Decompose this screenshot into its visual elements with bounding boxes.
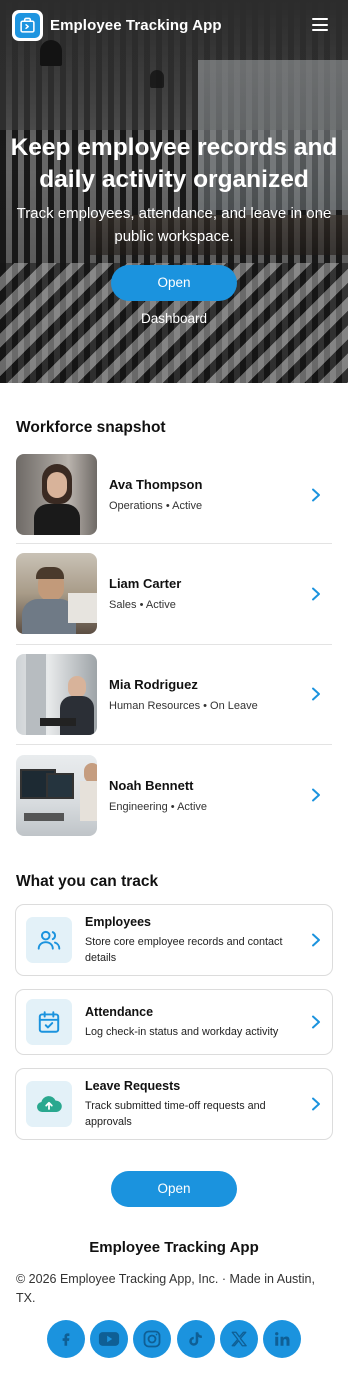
what-you-can-track-heading: What you can track [16, 873, 159, 890]
chevron-right-icon [312, 1015, 320, 1029]
employee-row-noah-bennett[interactable]: Noah Bennett Engineering • Active [16, 745, 332, 846]
feature-card-attendance[interactable]: Attendance Log check-in status and workd… [15, 989, 333, 1055]
menu-icon[interactable] [312, 18, 328, 31]
chevron-right-icon [312, 1097, 320, 1111]
footer-copyright: © 2026 Employee Tracking App, Inc. · Mad… [16, 1272, 315, 1305]
employee-meta: Engineering • Active [109, 800, 208, 813]
dashboard-logo-icon [15, 12, 40, 38]
feature-title: Employees [85, 914, 152, 929]
facebook-icon[interactable] [47, 1320, 85, 1358]
hero-title: Keep employee records and daily activity… [10, 134, 338, 193]
feature-description: Store core employee records and contact … [85, 935, 283, 964]
feature-title: Leave Requests [85, 1078, 181, 1093]
open-dashboard-button-bottom[interactable]: Open Dashboard [111, 1171, 237, 1232]
feature-card-leave-requests[interactable]: Leave Requests Track submitted time-off … [15, 1068, 333, 1140]
app-logo[interactable] [12, 9, 43, 41]
employee-photo [16, 653, 97, 735]
employee-meta: Human Resources • On Leave [109, 699, 258, 712]
hero-content: Keep employee records and daily activity… [0, 132, 348, 248]
instagram-icon[interactable] [133, 1320, 172, 1358]
footer-title: Employee Tracking App [89, 1239, 259, 1256]
employee-row-mia-rodriguez[interactable]: Mia Rodriguez Human Resources • On Leave [16, 645, 332, 745]
hero-subtitle: Track employees, attendance, and leave i… [16, 205, 332, 245]
linkedin-icon[interactable] [262, 1320, 301, 1358]
employee-name: Noah Bennett [109, 777, 194, 793]
chevron-right-icon [312, 933, 320, 947]
open-dashboard-button[interactable]: Open Dashboard [111, 265, 237, 326]
employee-photo [16, 553, 97, 635]
workforce-list: Ava Thompson Operations • Active Liam Ca… [16, 446, 332, 846]
employee-name: Liam Carter [109, 576, 182, 592]
employee-meta: Operations • Active [109, 500, 203, 512]
chevron-right-icon [312, 587, 320, 601]
youtube-icon[interactable] [90, 1320, 129, 1358]
cloud-icon [26, 1081, 72, 1127]
feature-description: Track submitted time-off requests and ap… [85, 1099, 266, 1128]
employee-row-ava-thompson[interactable]: Ava Thompson Operations • Active [16, 446, 332, 544]
x-icon[interactable] [219, 1320, 258, 1358]
chevron-right-icon [312, 488, 320, 501]
employee-name: Ava Thompson [109, 477, 203, 492]
tiktok-icon[interactable] [176, 1320, 215, 1358]
employee-photo [16, 454, 97, 535]
feature-title: Attendance [85, 1004, 154, 1019]
calendar-check-icon [26, 999, 72, 1045]
employee-row-liam-carter[interactable]: Liam Carter Sales • Active [16, 544, 332, 645]
app-title: Employee Tracking App [50, 16, 222, 34]
employee-name: Mia Rodriguez [109, 676, 198, 692]
chevron-right-icon [312, 687, 320, 701]
users-icon [26, 917, 72, 963]
feature-description: Log check-in status and workday activity [85, 1025, 279, 1038]
feature-card-employees[interactable]: Employees Store core employee records an… [15, 904, 333, 976]
hero-section: Employee Tracking App Keep employee reco… [0, 0, 348, 383]
employee-meta: Sales • Active [109, 599, 176, 612]
chevron-right-icon [312, 788, 320, 802]
workforce-snapshot-heading: Workforce snapshot [16, 419, 166, 436]
employee-photo [16, 754, 97, 836]
top-bar: Employee Tracking App [0, 0, 348, 50]
social-links [47, 1320, 301, 1358]
feature-list: Employees Store core employee records an… [15, 904, 333, 1153]
